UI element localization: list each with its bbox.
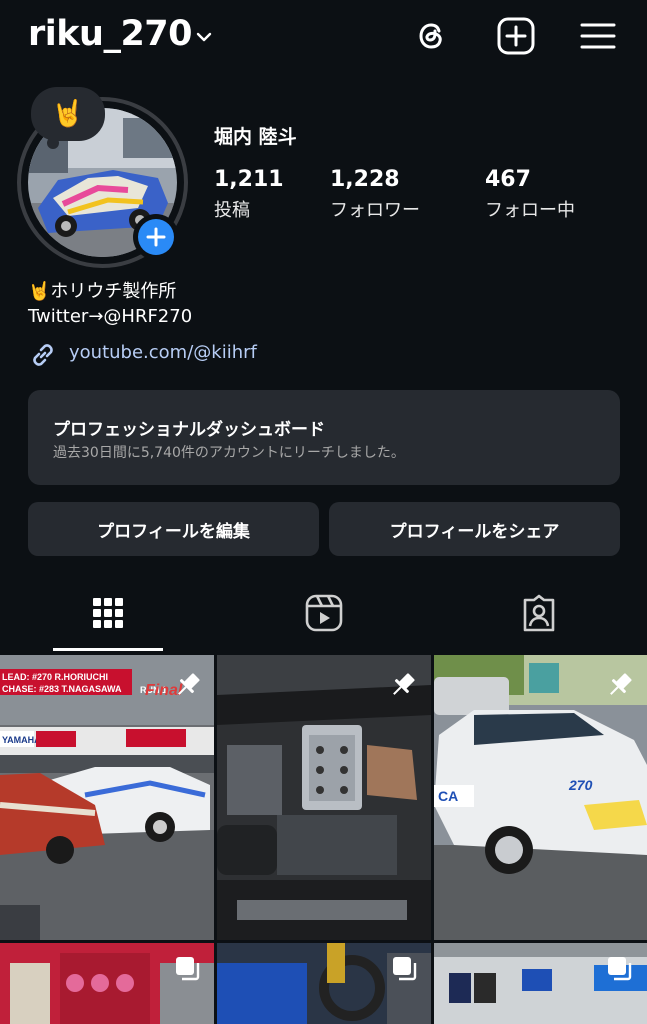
followers-count[interactable]: 1,228 フォロワー	[330, 167, 420, 222]
pin-icon	[610, 673, 632, 695]
stat-value: 1,228	[330, 167, 400, 192]
menu-icon[interactable]	[578, 16, 618, 56]
stat-value: 467	[485, 167, 531, 192]
post-thumbnail[interactable]	[0, 943, 214, 1024]
post-thumbnail[interactable]	[217, 655, 431, 940]
reels-icon[interactable]	[302, 591, 346, 635]
following-count[interactable]: 467 フォロー中	[485, 167, 575, 222]
stat-label: 投稿	[214, 200, 250, 221]
dashboard-title: プロフェッショナルダッシュボード	[53, 420, 325, 440]
username-switcher[interactable]: riku_270	[28, 14, 193, 54]
post-thumbnail[interactable]	[217, 943, 431, 1024]
pin-icon	[178, 673, 200, 695]
stat-value: 1,211	[214, 167, 284, 192]
threads-icon[interactable]	[412, 16, 452, 56]
bio-line: Twitter→@HRF270	[28, 306, 193, 327]
active-tab-indicator	[53, 648, 163, 651]
display-name: 堀内 陸斗	[214, 126, 297, 148]
create-icon[interactable]	[496, 16, 536, 56]
post-overlay-text: CHASE: #283 T.NAGASAWA	[2, 684, 122, 694]
share-profile-button[interactable]: プロフィールをシェア	[329, 502, 620, 556]
posts-count[interactable]: 1,211 投稿	[214, 167, 284, 222]
svg-text:CA: CA	[438, 788, 458, 804]
grid-icon[interactable]	[86, 591, 130, 635]
tagged-icon[interactable]	[517, 591, 561, 635]
note-bubble[interactable]: 🤘	[31, 87, 105, 141]
top-bar: riku_270	[0, 0, 647, 78]
multiple-photos-icon	[176, 957, 200, 981]
multiple-photos-icon	[393, 957, 417, 981]
stat-label: フォロー中	[485, 200, 575, 221]
profile-link[interactable]: youtube.com/@kiihrf	[69, 342, 257, 363]
dashboard-subtitle: 過去30日間に5,740件のアカウントにリーチしました。	[53, 445, 405, 461]
post-thumbnail[interactable]: LEAD: #270 R.HORIUCHI CHASE: #283 T.NAGA…	[0, 655, 214, 940]
posts-grid: LEAD: #270 R.HORIUCHI CHASE: #283 T.NAGA…	[0, 655, 647, 1024]
edit-profile-button[interactable]: プロフィールを編集	[28, 502, 319, 556]
add-story-button[interactable]	[133, 214, 179, 260]
stat-label: フォロワー	[330, 200, 420, 221]
link-icon	[33, 344, 53, 366]
post-overlay-text: LEAD: #270 R.HORIUCHI	[2, 672, 108, 682]
multiple-photos-icon	[608, 957, 632, 981]
chevron-down-icon[interactable]	[193, 26, 215, 48]
post-overlay-text: 270	[568, 777, 593, 793]
pin-icon	[393, 673, 415, 695]
post-overlay-text: YAMAHA	[2, 735, 41, 745]
post-thumbnail[interactable]	[434, 943, 647, 1024]
bio-line: 🤘ホリウチ製作所	[28, 281, 177, 302]
professional-dashboard[interactable]: プロフェッショナルダッシュボード 過去30日間に5,740件のアカウントにリーチ…	[28, 390, 620, 485]
post-thumbnail[interactable]: CA 270	[434, 655, 647, 940]
plus-icon	[138, 219, 174, 255]
